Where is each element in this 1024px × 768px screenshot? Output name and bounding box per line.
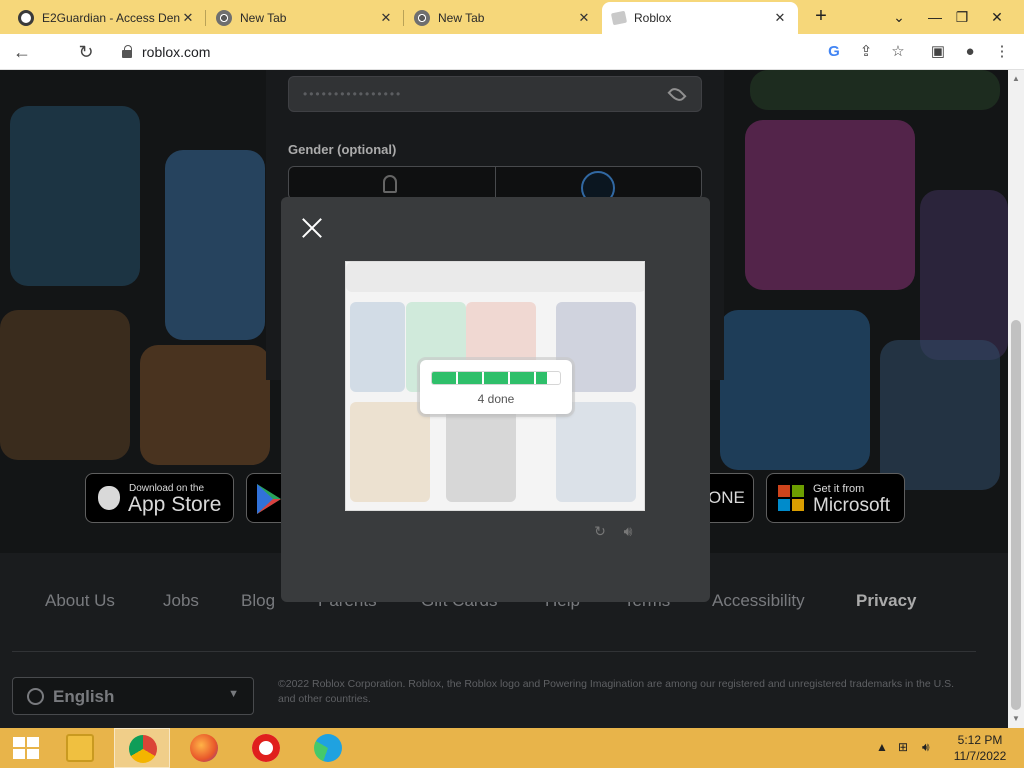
reload-icon[interactable]: ↻ [74,41,98,63]
volume-icon[interactable]: 🔊︎ [922,740,930,755]
refresh-icon[interactable]: ↻ [591,523,609,539]
captcha-figure [556,402,636,502]
edge-icon [314,734,342,762]
start-button[interactable] [0,728,56,768]
profile-avatar-icon[interactable]: ● [960,42,980,62]
captcha-header-blur [346,262,644,292]
browser-toolbar: ← → ↻ roblox.com G ⇪ ☆ ▣ ● ⋮ [0,34,1024,762]
close-tab-icon[interactable]: ✕ [772,10,788,26]
browser-tab-strip: E2Guardian - Access Den ✕ New Tab ✕ New … [0,0,1024,34]
close-tab-icon[interactable]: ✕ [180,10,196,26]
captcha-image: 4 done [345,261,645,511]
tab-title: Roblox [634,11,672,25]
lock-icon[interactable] [122,45,132,58]
chrome-taskbar-button[interactable] [114,728,170,768]
firefox-taskbar-button[interactable] [176,728,232,768]
scroll-up-arrow-icon[interactable]: ▲ [1012,74,1020,83]
tab-e2guardian[interactable]: E2Guardian - Access Den ✕ [8,2,206,34]
new-tab-button[interactable]: + [810,6,832,28]
clock-date: 11/7/2022 [953,749,1007,763]
captcha-progress-card: 4 done [420,360,572,414]
network-icon[interactable]: ⊞ [898,740,908,754]
chrome-icon [129,735,157,763]
captcha-figure [350,302,405,392]
audio-speaker-icon[interactable]: 🔊︎ [619,523,637,539]
scrollbar-thumb[interactable] [1011,320,1021,710]
firefox-icon [190,734,218,762]
captcha-figure [350,402,430,502]
captcha-progress-bar [431,371,561,385]
share-icon[interactable]: ⇪ [856,42,876,62]
chrome-favicon-icon [216,10,232,26]
tab-new-tab-2[interactable]: New Tab ✕ [404,2,602,34]
tab-search-chevron-icon[interactable]: ⌄ [882,0,916,34]
tray-overflow-icon[interactable]: ▲ [876,740,888,754]
clock-time: 5:12 PM [957,733,1003,747]
progress-status-text: 4 done [477,392,515,406]
captcha-figure [446,402,516,502]
tab-roblox[interactable]: Roblox ✕ [602,2,798,34]
scroll-down-arrow-icon[interactable]: ▼ [1012,714,1020,723]
opera-icon [252,734,280,762]
menu-kebab-icon[interactable]: ⋮ [992,42,1012,62]
windows-logo-icon [13,737,39,759]
folder-icon [66,734,94,762]
captcha-modal: 4 done ↻ 🔊︎ [281,197,710,602]
close-tab-icon[interactable]: ✕ [378,10,394,26]
edge-taskbar-button[interactable] [300,728,356,768]
opera-taskbar-button[interactable] [238,728,294,768]
tab-new-tab-1[interactable]: New Tab ✕ [206,2,404,34]
close-icon[interactable] [301,217,323,239]
tab-title: New Tab [438,11,485,25]
system-clock[interactable]: 5:12 PM 11/7/2022 [950,732,1010,764]
restore-icon[interactable]: ❐ [945,0,979,34]
tab-title: New Tab [240,11,287,25]
page-scrollbar[interactable]: ▲ ▼ [1008,70,1024,728]
shield-favicon-icon [18,10,34,26]
bookmark-star-icon[interactable]: ☆ [888,42,908,62]
url-text[interactable]: roblox.com [142,44,210,60]
file-explorer-button[interactable] [52,728,108,768]
roblox-favicon-icon [610,10,628,26]
side-panel-icon[interactable]: ▣ [928,42,948,62]
progress-fill [432,372,548,384]
chrome-favicon-icon [414,10,430,26]
close-window-icon[interactable]: ✕ [980,0,1014,34]
close-tab-icon[interactable]: ✕ [576,10,592,26]
tab-title: E2Guardian - Access Den [42,11,180,25]
address-bar[interactable]: roblox.com [108,38,928,66]
windows-taskbar: ▲ ⊞ 🔊︎ 5:12 PM 11/7/2022 [0,728,1024,768]
google-icon[interactable]: G [824,42,844,62]
back-arrow-icon[interactable]: ← [10,41,34,63]
